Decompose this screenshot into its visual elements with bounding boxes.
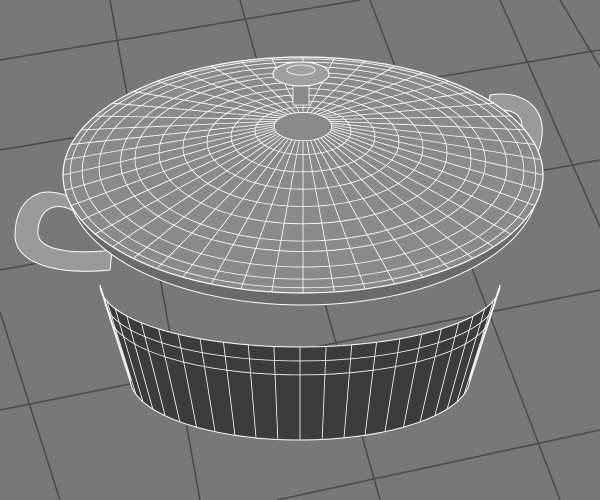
viewport-3d[interactable] [0, 0, 600, 500]
knob-top [272, 61, 330, 87]
